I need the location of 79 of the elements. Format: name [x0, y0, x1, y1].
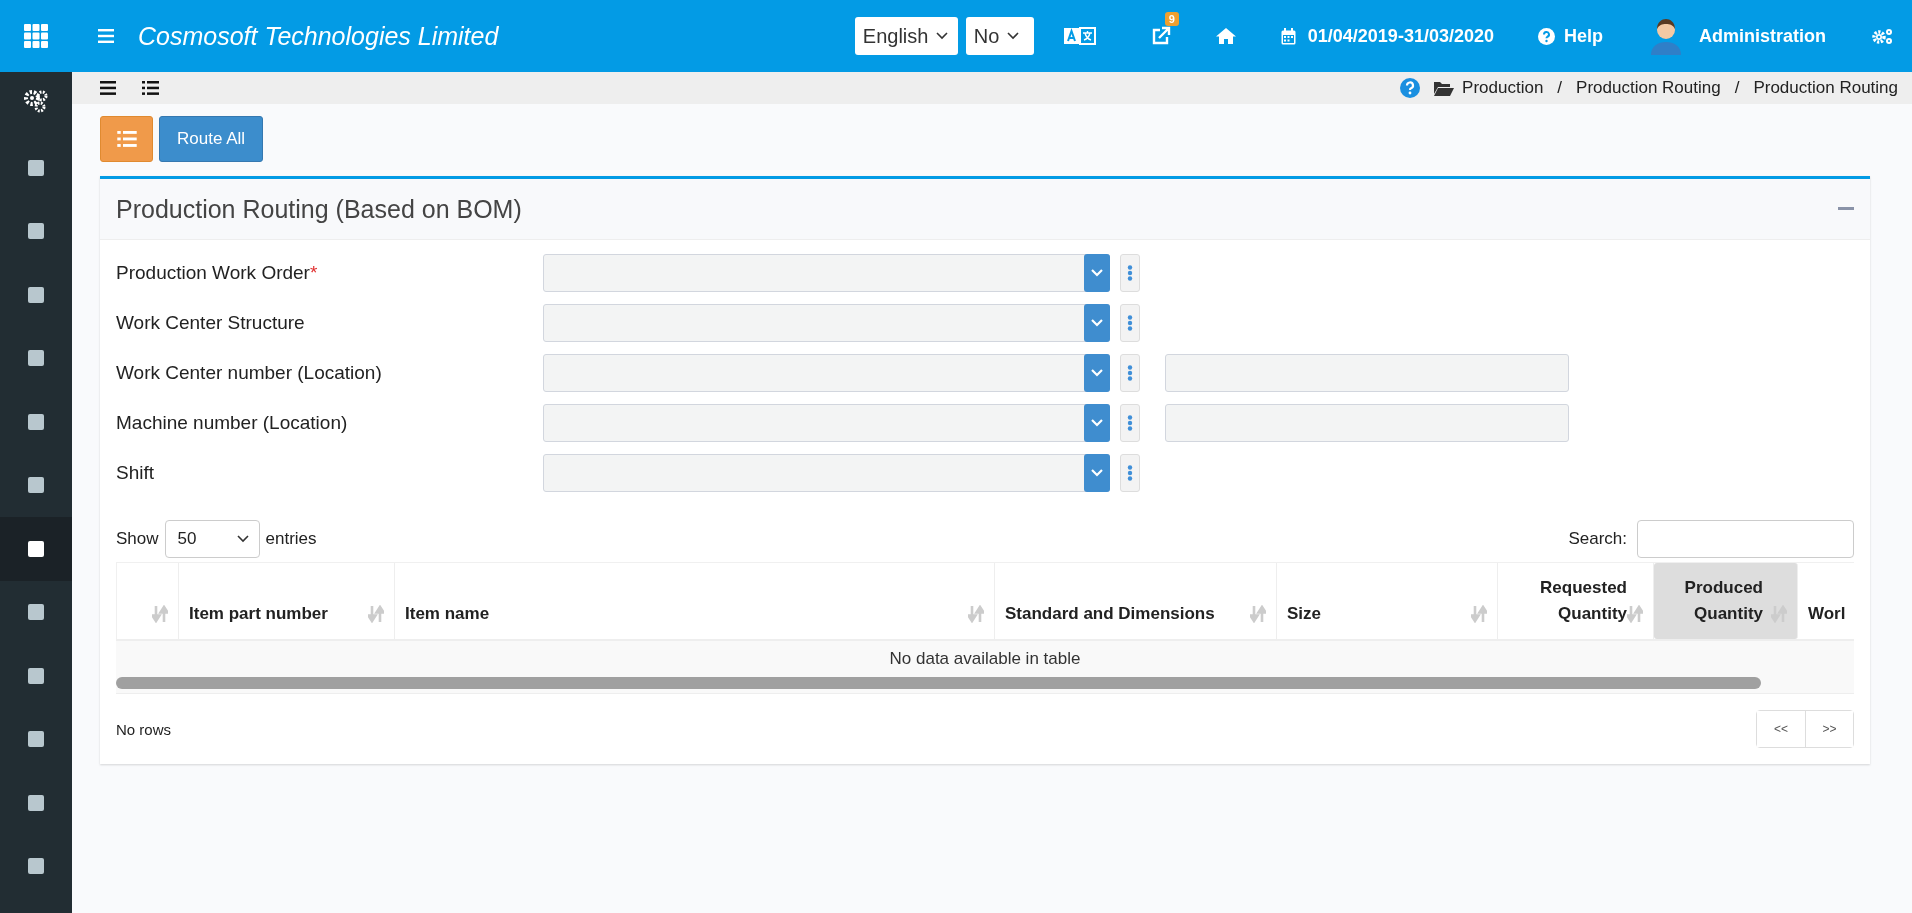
help-icon[interactable]: [1400, 78, 1421, 98]
entries-label: entries: [265, 529, 317, 549]
column-header[interactable]: Size: [1277, 563, 1498, 639]
column-header[interactable]: Standard and Dimensions: [995, 563, 1277, 639]
dropdown-field[interactable]: [543, 404, 1110, 442]
caret-icon: [1091, 269, 1103, 277]
external-link-icon[interactable]: [1150, 26, 1171, 46]
input-field[interactable]: [1165, 404, 1569, 442]
caret-icon: [936, 32, 949, 40]
breadcrumb-separator: /: [1557, 78, 1563, 98]
sort-icon[interactable]: [1250, 605, 1266, 623]
breadcrumb-link[interactable]: Production: [1462, 78, 1544, 98]
menu-icon[interactable]: [100, 81, 116, 95]
field-label: Work Center number (Location): [116, 362, 383, 384]
column-header[interactable]: Produced Quantity: [1654, 563, 1798, 639]
pagination-button[interactable]: >>: [1805, 711, 1853, 747]
show-label: Show: [116, 529, 159, 549]
dropdown-field[interactable]: [543, 354, 1110, 392]
input-field[interactable]: [1165, 354, 1569, 392]
company-title: Cosmosoft Technologies Limited: [138, 21, 499, 51]
horizontal-scrollbar[interactable]: [116, 677, 1761, 689]
search-field[interactable]: [1637, 520, 1854, 558]
caret-icon: [1091, 369, 1103, 377]
sidebar-item[interactable]: [0, 517, 72, 581]
dropdown-field[interactable]: [543, 454, 1110, 492]
column-header[interactable]: Worl: [1798, 563, 1854, 639]
more-options-button[interactable]: [1120, 454, 1140, 492]
route-all-button[interactable]: Route All: [159, 116, 264, 162]
user-avatar[interactable]: [1649, 17, 1683, 55]
vertical-dots-icon: [1127, 265, 1133, 281]
dropdown-field[interactable]: [543, 254, 1110, 292]
sort-icon[interactable]: [1627, 605, 1643, 623]
empty-table-message: No data available in table: [889, 649, 1081, 669]
more-options-button[interactable]: [1120, 254, 1140, 292]
language-select[interactable]: English: [854, 17, 958, 55]
caret-icon: [1091, 319, 1103, 327]
more-options-button[interactable]: [1120, 404, 1140, 442]
dropdown-field[interactable]: [543, 304, 1110, 342]
notification-badge: 9: [1164, 12, 1179, 26]
breadcrumb-link[interactable]: Production Routing: [1753, 78, 1898, 98]
folder-icon: [1434, 80, 1455, 96]
caret-icon: [1007, 32, 1020, 40]
collapse-icon[interactable]: [1838, 207, 1854, 211]
caret-icon: [236, 535, 249, 543]
home-icon[interactable]: [1214, 27, 1237, 45]
vertical-dots-icon: [1127, 415, 1133, 431]
list-icon[interactable]: [142, 81, 159, 95]
more-options-button[interactable]: [1120, 304, 1140, 342]
translate-icon[interactable]: [1063, 27, 1096, 45]
list-button[interactable]: [100, 116, 153, 162]
page-length-select[interactable]: 50: [164, 520, 260, 558]
caret-icon: [1091, 419, 1103, 427]
list-icon: [116, 131, 137, 147]
table-info: No rows: [116, 720, 171, 738]
field-label: Work Center Structure: [116, 312, 306, 334]
field-label: Production Work Order*: [116, 262, 319, 284]
vertical-dots-icon: [1127, 365, 1133, 381]
sort-icon[interactable]: [968, 605, 984, 623]
field-label: Shift: [116, 462, 156, 484]
apps-grid-icon[interactable]: [24, 24, 48, 48]
caret-icon: [1091, 469, 1103, 477]
gears-icon: [23, 88, 49, 114]
settings-icon[interactable]: [1872, 27, 1894, 45]
field-label: Machine number (Location): [116, 412, 349, 434]
more-options-button[interactable]: [1120, 354, 1140, 392]
vertical-dots-icon: [1127, 315, 1133, 331]
sort-icon[interactable]: [1471, 605, 1487, 623]
breadcrumb-link[interactable]: Production Routing: [1576, 78, 1721, 98]
sort-icon[interactable]: [152, 605, 168, 623]
column-header[interactable]: Item part number: [179, 563, 395, 639]
help-icon[interactable]: [1537, 27, 1555, 45]
calendar-icon: [1280, 27, 1296, 45]
column-header[interactable]: Item name: [395, 563, 995, 639]
search-label: Search:: [1568, 529, 1627, 549]
option-select[interactable]: No: [965, 17, 1034, 55]
sort-icon[interactable]: [368, 605, 384, 623]
vertical-dots-icon: [1127, 465, 1133, 481]
breadcrumb-separator: /: [1734, 78, 1740, 98]
panel-title: Production Routing (Based on BOM): [116, 194, 522, 224]
